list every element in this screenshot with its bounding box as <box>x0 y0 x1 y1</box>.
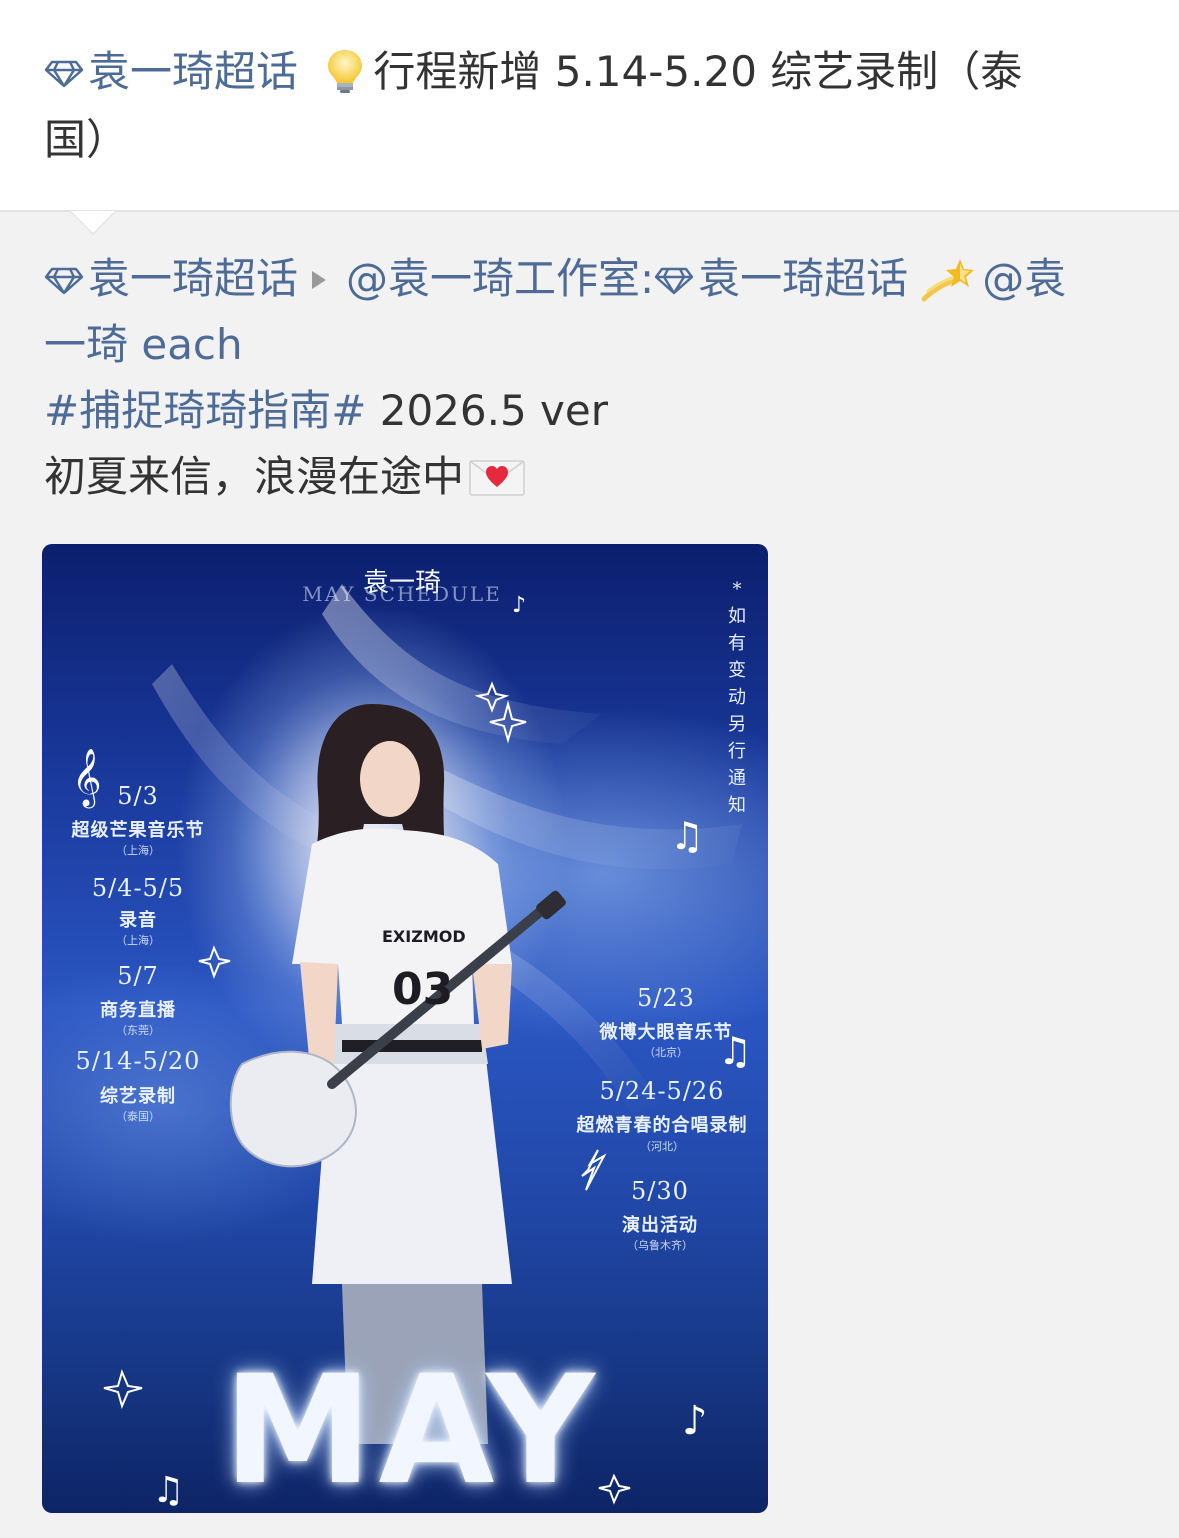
event-place: （河北） <box>640 1140 684 1153</box>
event-date: 5/7 <box>117 962 159 990</box>
mention-each-part2[interactable]: 一琦 each <box>44 312 1144 378</box>
repost-topic-link[interactable]: 袁一琦超话 <box>44 254 298 303</box>
poster-big-title: MAY <box>223 1344 601 1513</box>
schedule-poster-image[interactable]: 𝄞 ♫ ♫ ♪ ♪ ♫ 袁一琦 MAY SCHEDULE *如有变动 另行通知 … <box>42 544 768 1513</box>
svg-text:♫: ♫ <box>152 1470 184 1511</box>
post-text-line2: 国） <box>44 115 129 164</box>
poster-notice: *如有变动 另行通知 <box>728 579 746 816</box>
topic-link[interactable]: 袁一琦超话 <box>44 47 311 96</box>
mention-each-part1[interactable]: @袁 <box>982 254 1066 303</box>
event-place: （泰国） <box>116 1110 160 1123</box>
event-date: 5/30 <box>631 1177 689 1205</box>
shirt-number: 03 <box>392 964 454 1015</box>
reposted-content: 袁一琦超话 @袁一琦工作室: 袁一琦超话 @袁 一琦 each #捕捉琦琦指南# … <box>44 246 1144 510</box>
repost-line4-text: 初夏来信，浪漫在途中 <box>44 452 465 501</box>
topic-label: 袁一琦超话 <box>88 47 299 96</box>
event-name: 演出活动 <box>622 1215 698 1236</box>
event-name: 超级芒果音乐节 <box>71 820 205 841</box>
repost-topic2-label: 袁一琦超话 <box>698 254 909 303</box>
event-name: 微博大眼音乐节 <box>599 1022 733 1043</box>
shirt-text: EXIZMOD <box>382 927 466 946</box>
event-name: 录音 <box>119 910 157 931</box>
diamond-topic-icon <box>654 267 694 295</box>
post-text: 袁一琦超话 行程新增 5.14-5.20 综艺录制（泰 国） <box>44 38 1144 174</box>
post-text-line1: 行程新增 5.14-5.20 综艺录制（泰 <box>373 47 1023 96</box>
event-date: 5/14-5/20 <box>75 1047 201 1075</box>
repost-notch <box>71 211 115 233</box>
event-name: 综艺录制 <box>100 1086 176 1107</box>
event-name: 超燃青春的合唱录制 <box>576 1115 748 1136</box>
svg-text:♪: ♪ <box>682 1398 708 1444</box>
diamond-topic-icon <box>44 267 84 295</box>
event-date: 5/4-5/5 <box>91 874 185 902</box>
original-post: 袁一琦超话 行程新增 5.14-5.20 综艺录制（泰 国） <box>0 0 1179 211</box>
event-place: （上海） <box>116 934 160 947</box>
event-place: （北京） <box>644 1046 688 1059</box>
event-date: 5/23 <box>637 984 695 1012</box>
event-place: （乌鲁木齐） <box>627 1239 693 1252</box>
diamond-topic-icon <box>44 60 84 88</box>
svg-text:♫: ♫ <box>670 814 704 858</box>
hashtag-link[interactable]: #捕捉琦琦指南# <box>44 386 366 435</box>
mention-studio[interactable]: @袁一琦工作室: <box>346 254 654 303</box>
event-place: （东莞） <box>116 1024 160 1037</box>
version-text: 2026.5 ver <box>366 386 609 435</box>
divider <box>0 210 1179 212</box>
repost-topic-label: 袁一琦超话 <box>88 254 299 303</box>
event-date: 5/24-5/26 <box>599 1077 725 1105</box>
repost-topic2-link[interactable]: 袁一琦超话 <box>654 254 908 303</box>
repost-line-3: #捕捉琦琦指南# 2026.5 ver <box>44 378 1144 444</box>
event-name: 商务直播 <box>100 1000 176 1021</box>
poster-subtitle: MAY SCHEDULE <box>302 582 502 606</box>
event-place: （上海） <box>116 844 160 857</box>
dizzy-emoji <box>921 259 975 302</box>
play-arrow-icon <box>312 271 327 289</box>
love-letter-emoji <box>469 460 525 496</box>
lightbulb-emoji <box>328 50 363 93</box>
repost-line-4: 初夏来信，浪漫在途中 <box>44 444 1144 510</box>
event-date: 5/3 <box>117 782 159 810</box>
repost-line-1: 袁一琦超话 @袁一琦工作室: 袁一琦超话 @袁 <box>44 246 1144 312</box>
